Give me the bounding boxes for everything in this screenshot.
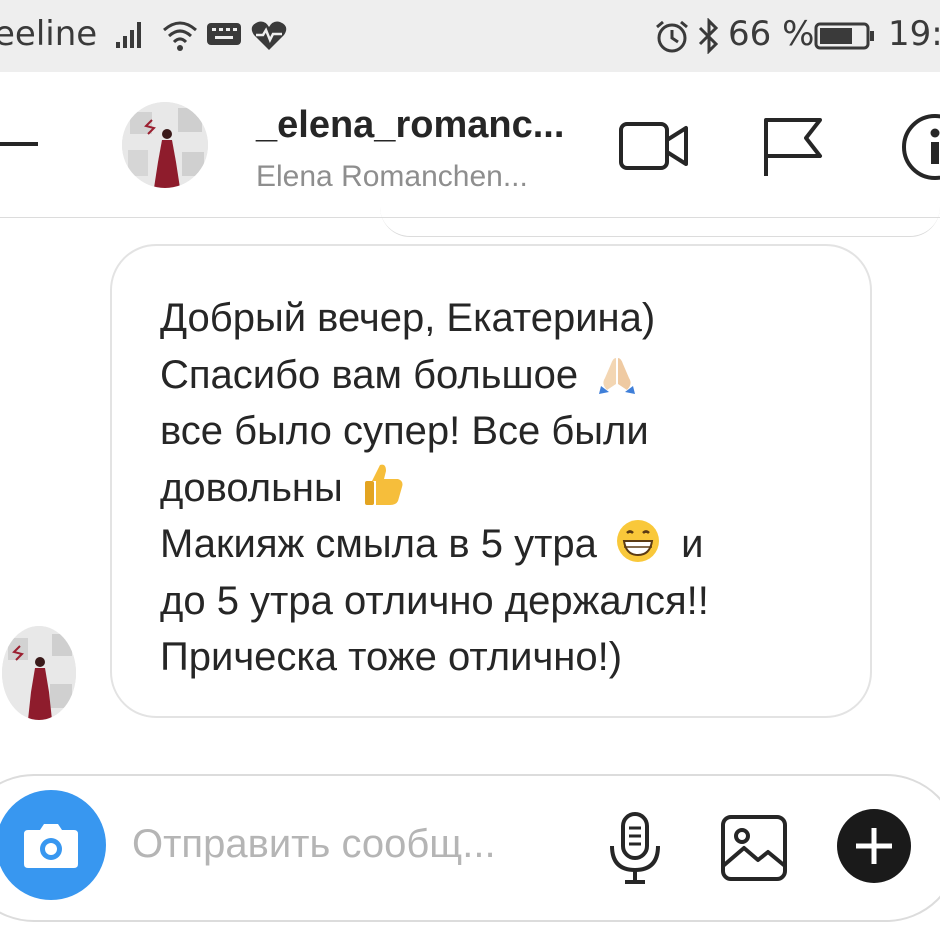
sender-avatar[interactable]: [2, 626, 76, 720]
thumbs-up-emoji-icon: [362, 461, 408, 523]
message-line: довольны: [160, 465, 343, 510]
message-text: Добрый вечер, Екатерина) Спасибо вам бол…: [160, 290, 850, 686]
avatar[interactable]: [122, 102, 208, 188]
gallery-icon[interactable]: [720, 814, 788, 887]
add-icon[interactable]: [836, 808, 912, 889]
grinning-face-emoji-icon: [616, 519, 660, 579]
carrier-label: eeline: [0, 14, 98, 54]
message-line: все было супер! Все были: [160, 409, 649, 453]
username[interactable]: _elena_romanc...: [256, 104, 564, 147]
info-icon[interactable]: [900, 112, 940, 187]
message-line: до 5 утра отлично держался!!: [160, 578, 709, 623]
back-arrow-icon[interactable]: [0, 142, 38, 146]
message-line: Макияж смыла в 5 утра: [160, 522, 597, 566]
clock: 19:4: [888, 14, 940, 54]
message-input[interactable]: Отправить сообщ...: [132, 822, 496, 867]
microphone-icon[interactable]: [606, 810, 664, 891]
message-line: Добрый вечер, Екатерина): [160, 296, 656, 340]
message-line: Прическа тоже отлично!): [160, 635, 623, 679]
status-bar: eeline 66 % 19: [0, 0, 940, 72]
previous-message-edge: [380, 196, 940, 237]
health-heart-icon: [250, 20, 288, 57]
battery-icon: [814, 22, 876, 55]
folded-hands-emoji-icon: [597, 353, 637, 410]
camera-icon: [24, 824, 78, 868]
wifi-icon: [160, 18, 200, 57]
message-bubble[interactable]: Добрый вечер, Екатерина) Спасибо вам бол…: [110, 244, 872, 718]
full-name: Elena Romanchen...: [256, 160, 528, 193]
signal-icon: [112, 18, 148, 55]
flag-icon[interactable]: [760, 116, 826, 183]
message-line: и: [681, 522, 704, 566]
message-line: Спасибо вам большое: [160, 352, 579, 397]
battery-percent: 66 %: [728, 14, 815, 54]
alarm-icon: [654, 20, 690, 59]
video-call-icon[interactable]: [618, 116, 692, 181]
bluetooth-icon: [696, 17, 722, 59]
keyboard-icon: [206, 22, 242, 53]
camera-button[interactable]: [0, 790, 106, 900]
